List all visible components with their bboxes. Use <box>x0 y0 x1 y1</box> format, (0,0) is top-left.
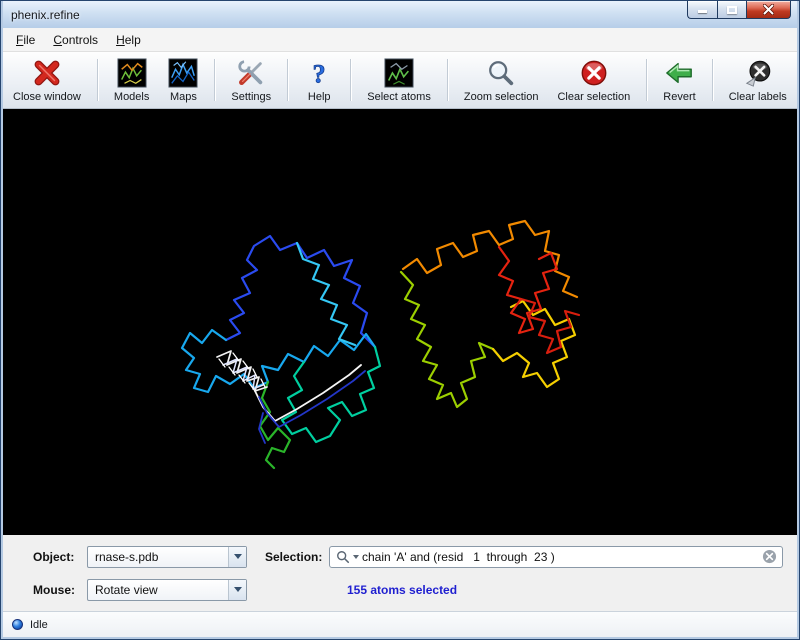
toolbar-button-settings[interactable]: Settings <box>227 54 275 106</box>
control-panel: Object: rnase-s.pdb Selection: Mous <box>3 535 797 611</box>
toolbar-separator <box>447 59 448 101</box>
toolbar-label: Help <box>308 91 331 103</box>
toolbar-separator <box>97 59 98 101</box>
mouse-dropdown[interactable]: Rotate view <box>87 579 247 601</box>
selection-label: Selection: <box>247 550 329 564</box>
status-bar: Idle <box>3 611 797 637</box>
toolbar-separator <box>646 59 647 101</box>
select-atoms-icon <box>384 56 414 90</box>
minimize-button[interactable] <box>687 1 717 19</box>
toolbar-label: Models <box>114 91 149 103</box>
mouse-label: Mouse: <box>33 583 87 597</box>
toolbar-button-revert[interactable]: Revert <box>659 54 699 106</box>
toolbar-button-select-atoms[interactable]: Select atoms <box>363 54 435 106</box>
chevron-down-icon[interactable] <box>228 547 246 567</box>
status-led-icon <box>12 619 23 630</box>
toolbar-label: Clear labels <box>729 91 787 103</box>
toolbar-label: Settings <box>231 91 271 103</box>
toolbar-separator <box>214 59 215 101</box>
toolbar-button-clear-labels[interactable]: Clear labels <box>725 54 791 106</box>
object-label: Object: <box>33 550 87 564</box>
menu-file[interactable]: File <box>7 28 44 51</box>
toolbar-separator <box>712 59 713 101</box>
clear-labels-icon <box>743 56 773 90</box>
toolbar-label: Clear selection <box>557 91 630 103</box>
minimize-icon <box>698 10 707 13</box>
toolbar-button-clear-selection[interactable]: Clear selection <box>553 54 634 106</box>
help-icon: ? <box>304 56 334 90</box>
menu-bar: File Controls Help <box>3 28 797 52</box>
menu-help[interactable]: Help <box>107 28 150 51</box>
search-options-caret-icon[interactable] <box>353 555 359 559</box>
revert-icon <box>664 56 694 90</box>
toolbar-label: Revert <box>663 91 695 103</box>
selection-field[interactable] <box>329 546 783 568</box>
close-button[interactable] <box>746 1 791 19</box>
chevron-down-icon[interactable] <box>228 580 246 600</box>
maximize-icon <box>727 6 737 14</box>
toolbar-label: Close window <box>13 91 81 103</box>
toolbar-label: Zoom selection <box>464 91 539 103</box>
toolbar-button-models[interactable]: Models <box>110 54 153 106</box>
search-icon[interactable] <box>336 550 350 564</box>
window-title: phenix.refine <box>11 8 80 22</box>
toolbar-separator <box>287 59 288 101</box>
settings-icon <box>236 56 266 90</box>
toolbar-label: Maps <box>170 91 197 103</box>
selection-input[interactable] <box>362 550 759 564</box>
mouse-dropdown-value: Rotate view <box>95 583 158 597</box>
maps-icon <box>168 56 198 90</box>
object-row: Object: rnase-s.pdb Selection: <box>3 543 797 571</box>
status-text: Idle <box>30 619 48 631</box>
title-bar[interactable]: phenix.refine <box>3 1 797 28</box>
close-icon <box>763 4 774 15</box>
zoom-selection-icon <box>486 56 516 90</box>
toolbar-button-zoom-selection[interactable]: Zoom selection <box>460 54 543 106</box>
viewport[interactable] <box>3 109 797 535</box>
toolbar-button-help[interactable]: ? Help <box>300 54 338 106</box>
clear-selection-icon <box>579 56 609 90</box>
object-dropdown-value: rnase-s.pdb <box>95 550 158 564</box>
maximize-button[interactable] <box>717 1 746 19</box>
toolbar-label: Select atoms <box>367 91 431 103</box>
molecule-render <box>3 109 797 535</box>
toolbar-button-close-window[interactable]: Close window <box>9 54 85 106</box>
toolbar-separator <box>350 59 351 101</box>
toolbar-button-maps[interactable]: Maps <box>164 54 202 106</box>
toolbar: Close window Models <box>3 52 797 109</box>
clear-field-icon[interactable] <box>762 549 777 564</box>
caption-buttons <box>687 1 791 19</box>
menu-controls[interactable]: Controls <box>44 28 107 51</box>
object-dropdown[interactable]: rnase-s.pdb <box>87 546 247 568</box>
svg-text:?: ? <box>313 59 326 88</box>
close-window-icon <box>32 56 62 90</box>
mouse-row: Mouse: Rotate view 155 atoms selected <box>3 576 797 604</box>
app-window: phenix.refine File Controls Help <box>0 0 800 640</box>
atoms-selected-text: 155 atoms selected <box>347 583 457 597</box>
models-icon <box>117 56 147 90</box>
